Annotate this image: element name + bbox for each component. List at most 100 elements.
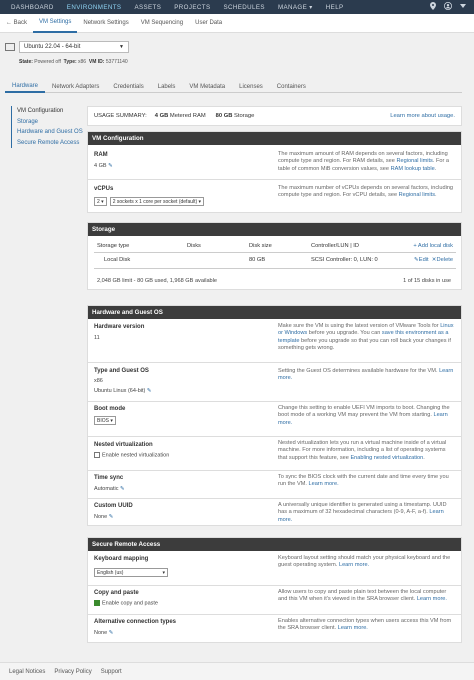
keyboard-mapping-description: Keyboard layout setting should match you… — [278, 555, 455, 570]
edit-disk-button[interactable]: ✎Edit — [414, 257, 429, 263]
time-sync-label: Time sync — [94, 475, 124, 481]
nest-desc-2: . — [423, 454, 425, 461]
nav-assets[interactable]: ASSETS — [134, 4, 161, 11]
footer-support[interactable]: Support — [101, 669, 122, 675]
ram-value-wrap: 4 GB ✎ — [94, 163, 113, 169]
uuid-desc: A universally unique identifier is gener… — [278, 502, 447, 516]
table-row: Local Disk 80 GB SCSI Controller: 0, LUN… — [94, 252, 456, 269]
os-desc: Setting the Guest OS determines availabl… — [278, 368, 440, 374]
footer-legal-notices[interactable]: Legal Notices — [9, 669, 45, 675]
cell-controller: SCSI Controller: 0, LUN: 0 — [308, 252, 399, 269]
sidenav-hardware-guest-os[interactable]: Hardware and Guest OS — [12, 127, 83, 138]
nav-schedules[interactable]: SCHEDULES — [224, 4, 265, 11]
hardware-version-description: Make sure the VM is using the latest ver… — [278, 323, 455, 352]
cell-disks — [184, 252, 246, 269]
col-controller: Controller/LUN | ID — [308, 241, 399, 253]
vm-select[interactable]: Ubuntu 22.04 - 64-bit ▼ — [19, 41, 129, 53]
keyboard-mapping-row: Keyboard mapping English (us) ▾ Keyboard … — [88, 551, 461, 585]
pencil-icon[interactable]: ✎ — [147, 388, 152, 394]
tab-credentials[interactable]: Credentials — [106, 80, 150, 93]
copy-paste-text: Enable copy and paste — [102, 600, 158, 607]
manage-caret-icon: ▾ — [309, 3, 313, 11]
add-local-disk-link[interactable]: + Add local disk — [413, 243, 453, 249]
copy-paste-learn-link[interactable]: Learn more. — [417, 596, 447, 602]
subnav-network-settings[interactable]: Network Settings — [77, 14, 134, 33]
custom-uuid-value-wrap: None ✎ — [94, 514, 113, 520]
subnav-vm-sequencing[interactable]: VM Sequencing — [135, 14, 189, 33]
socket-value: 2 sockets x 1 core per socket (default) — [112, 198, 198, 205]
subnav-vm-settings[interactable]: VM Settings — [33, 14, 78, 33]
nested-virtualization-checkbox[interactable] — [94, 452, 100, 458]
usage-storage: 80 GB Storage — [216, 113, 255, 119]
top-navigation: DASHBOARD ENVIRONMENTS ASSETS PROJECTS S… — [0, 0, 474, 14]
nav-projects[interactable]: PROJECTS — [174, 4, 210, 11]
back-link[interactable]: ← Back — [0, 14, 33, 33]
tab-hardware[interactable]: Hardware — [5, 80, 46, 93]
back-label: Back — [13, 20, 28, 26]
vm-header: Ubuntu 22.04 - 64-bit ▼ — [5, 41, 129, 53]
socket-select[interactable]: 2 sockets x 1 core per socket (default) … — [109, 197, 205, 206]
boot-mode-description: Change this setting to enable UEFI VM im… — [278, 405, 455, 427]
nested-virtualization-description: Nested virtualization lets you run a vir… — [278, 440, 455, 462]
subnav-user-data[interactable]: User Data — [189, 14, 228, 33]
copy-paste-row: Copy and paste Enable copy and paste All… — [88, 585, 461, 614]
learn-usage-link[interactable]: Learn more about usage. — [390, 113, 455, 119]
pin-icon[interactable] — [430, 2, 436, 12]
col-storage-type: Storage type — [94, 241, 184, 253]
nav-manage[interactable]: MANAGE ▾ — [278, 4, 313, 11]
sidenav-secure-remote-access[interactable]: Secure Remote Access — [12, 138, 83, 149]
guest-os-description: Setting the Guest OS determines availabl… — [278, 368, 455, 383]
tab-licenses[interactable]: Licenses — [232, 80, 270, 93]
vm-configuration-title: VM Configuration — [88, 132, 461, 145]
add-disk-cell: + Add local disk — [398, 241, 456, 253]
time-sync-value: Automatic — [94, 486, 119, 492]
tab-vm-metadata[interactable]: VM Metadata — [182, 80, 232, 93]
copy-paste-label: Copy and paste — [94, 590, 139, 596]
chevron-down-icon[interactable] — [460, 4, 466, 10]
vcpu-select[interactable]: 2 ▾ — [94, 197, 107, 206]
pencil-icon[interactable]: ✎ — [109, 514, 114, 520]
pencil-icon[interactable]: ✎ — [108, 163, 113, 169]
guest-os-label: Type and Guest OS — [94, 368, 149, 374]
tab-labels[interactable]: Labels — [151, 80, 183, 93]
sidenav-vm-configuration[interactable]: VM Configuration — [12, 106, 83, 117]
nested-virtualization-text: Enable nested virtualization — [102, 452, 170, 459]
time-sync-description: To sync the BIOS clock with the current … — [278, 474, 455, 489]
regional-limits-link[interactable]: Regional limits — [396, 158, 432, 164]
alternative-connection-value-wrap: None ✎ — [94, 630, 113, 636]
hw-desc-2: before you upgrade. You can — [307, 330, 382, 337]
boot-mode-value: BIOS — [97, 417, 109, 424]
delete-label: Delete — [436, 257, 453, 263]
vm-name: Ubuntu 22.04 - 64-bit — [24, 44, 81, 50]
footer-privacy-policy[interactable]: Privacy Policy — [54, 669, 91, 675]
vcpu-controls: 2 ▾ 2 sockets x 1 core per socket (defau… — [94, 197, 205, 206]
boot-mode-select[interactable]: BIOS ▾ — [94, 416, 116, 425]
tab-network-adapters[interactable]: Network Adapters — [45, 80, 106, 93]
time-sync-learn-link[interactable]: Learn more. — [308, 481, 338, 487]
nav-environments[interactable]: ENVIRONMENTS — [67, 4, 122, 11]
alternative-connection-description: Enables alternative connection types whe… — [278, 618, 455, 633]
ram-lookup-link[interactable]: RAM lookup table — [391, 166, 435, 172]
delete-disk-button[interactable]: ✕Delete — [432, 257, 453, 263]
user-icon[interactable] — [444, 2, 452, 12]
alternative-connection-learn-link[interactable]: Learn more. — [338, 625, 368, 631]
section-side-nav: VM Configuration Storage Hardware and Gu… — [11, 106, 83, 148]
nav-help[interactable]: HELP — [326, 4, 344, 11]
ram-value: 4 GB — [94, 163, 107, 169]
pencil-icon[interactable]: ✎ — [120, 486, 125, 492]
vmid-label: VM ID: — [88, 59, 105, 65]
nested-virtualization-label: Nested virtualization — [94, 442, 153, 448]
state-value: Powered off — [34, 59, 61, 65]
hw-desc-1: Make sure the VM is using the latest ver… — [278, 323, 441, 329]
sidenav-storage[interactable]: Storage — [12, 117, 83, 128]
tab-containers[interactable]: Containers — [270, 80, 313, 93]
nested-virtualization-link[interactable]: Enabling nested virtualization — [350, 455, 423, 461]
keyboard-mapping-learn-link[interactable]: Learn more. — [339, 562, 369, 568]
pencil-icon[interactable]: ✎ — [109, 630, 114, 636]
copy-paste-checkbox[interactable] — [94, 600, 100, 606]
keyboard-mapping-select[interactable]: English (us) ▾ — [94, 568, 168, 577]
nav-dashboard[interactable]: DASHBOARD — [11, 4, 54, 11]
chevron-down-icon: ▼ — [119, 44, 124, 50]
type-label: Type: — [63, 59, 77, 65]
vcpu-regional-limits-link[interactable]: Regional limits — [399, 192, 435, 198]
